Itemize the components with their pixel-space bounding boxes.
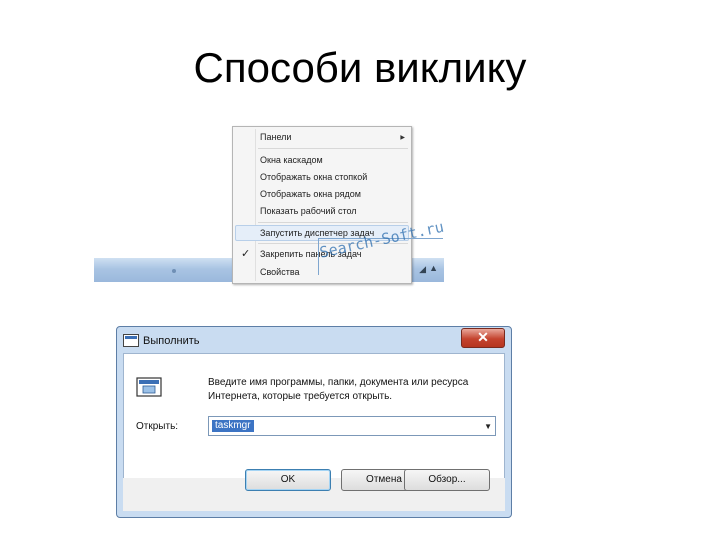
- context-menu-screenshot: ◢ ▲ Панели ▶ Окна каскадом Отображать ок…: [94, 126, 445, 284]
- menu-item-show-desktop[interactable]: Показать рабочий стол: [260, 205, 357, 217]
- dialog-title: Выполнить: [143, 335, 200, 347]
- run-program-icon: [136, 377, 162, 397]
- menu-item-stacked[interactable]: Отображать окна стопкой: [260, 171, 367, 183]
- close-icon: ✕: [477, 329, 489, 345]
- dialog-body: Введите имя программы, папки, документа …: [123, 353, 505, 479]
- dialog-titlebar[interactable]: Выполнить ✕: [117, 327, 511, 353]
- menu-separator: [258, 148, 408, 149]
- menu-item-label: Панели: [260, 132, 292, 142]
- menu-item-properties[interactable]: Свойства: [260, 266, 300, 278]
- check-icon: ✓: [241, 248, 251, 260]
- slide-title: Способи виклику: [193, 44, 527, 91]
- run-window-icon: [123, 334, 139, 347]
- run-dialog: Выполнить ✕ Введите имя программы, папки…: [116, 326, 512, 518]
- taskbar-grip: [172, 269, 176, 273]
- menu-separator: [258, 222, 408, 223]
- menu-item-cascade[interactable]: Окна каскадом: [260, 154, 323, 166]
- menu-item-side-by-side[interactable]: Отображать окна рядом: [260, 188, 361, 200]
- close-button[interactable]: ✕: [461, 328, 505, 348]
- chevron-down-icon[interactable]: ▼: [484, 422, 492, 431]
- browse-button[interactable]: Обзор...: [404, 469, 490, 491]
- ok-button[interactable]: OK: [245, 469, 331, 491]
- command-combobox[interactable]: taskmgr ▼: [208, 416, 496, 436]
- open-label: Открыть:: [136, 421, 179, 432]
- menu-item-panels[interactable]: Панели: [260, 131, 291, 143]
- command-input-value[interactable]: taskmgr: [212, 420, 254, 432]
- menu-gutter: [255, 129, 256, 281]
- submenu-arrow-icon: ▶: [400, 135, 405, 141]
- dialog-instructions: Введите имя программы, папки, документа …: [208, 377, 469, 402]
